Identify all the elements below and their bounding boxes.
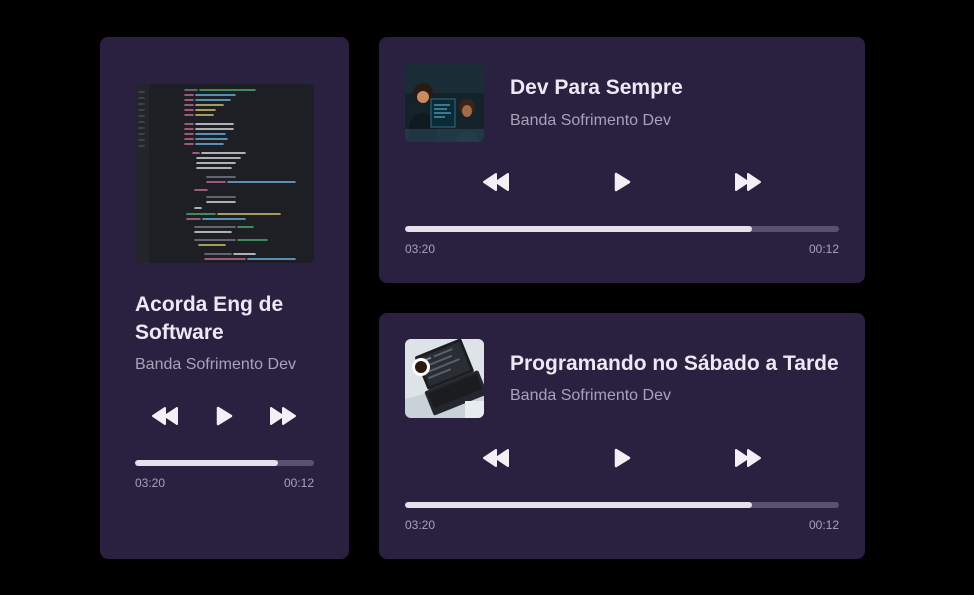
- rewind-button[interactable]: [150, 403, 180, 429]
- track-title: Acorda Eng de Software: [135, 293, 284, 344]
- album-cover-developer-at-desk: [405, 63, 484, 142]
- progress-bar-fill: [405, 226, 753, 232]
- progress-bar[interactable]: [135, 460, 314, 466]
- fast-forward-button[interactable]: [733, 169, 763, 195]
- track-artist: Banda Sofrimento Dev: [135, 356, 296, 373]
- elapsed-time: 03:20: [135, 476, 166, 490]
- track-artist: Banda Sofrimento Dev: [510, 387, 671, 404]
- rewind-button[interactable]: [481, 169, 511, 195]
- music-player-card-horizontal: Dev Para Sempre Banda Sofrimento Dev 03:…: [379, 37, 865, 283]
- play-icon: [216, 406, 233, 426]
- album-cover-laptop-and-coffee: [405, 339, 484, 418]
- fast-forward-button[interactable]: [733, 445, 763, 471]
- play-icon: [614, 448, 631, 468]
- rewind-icon: [483, 173, 509, 191]
- remaining-time: 00:12: [808, 242, 839, 256]
- music-player-card-vertical: Acorda Eng de Software Banda Sofrimento …: [100, 37, 349, 559]
- elapsed-time: 03:20: [405, 242, 436, 256]
- progress-bar-fill: [135, 460, 279, 466]
- rewind-icon: [483, 449, 509, 467]
- track-title: Programando no Sábado a Tarde: [510, 352, 839, 375]
- play-button[interactable]: [609, 169, 635, 195]
- play-icon: [614, 172, 631, 192]
- fast-forward-icon: [735, 449, 761, 467]
- fast-forward-button[interactable]: [268, 403, 298, 429]
- remaining-time: 00:12: [283, 476, 314, 490]
- rewind-button[interactable]: [481, 445, 511, 471]
- progress-bar[interactable]: [405, 502, 839, 508]
- music-player-card-horizontal: Programando no Sábado a Tarde Banda Sofr…: [379, 313, 865, 559]
- fast-forward-icon: [735, 173, 761, 191]
- play-button[interactable]: [609, 445, 635, 471]
- progress-bar-fill: [405, 502, 753, 508]
- progress-bar[interactable]: [405, 226, 839, 232]
- track-title: Dev Para Sempre: [510, 76, 683, 99]
- track-artist: Banda Sofrimento Dev: [510, 112, 671, 129]
- elapsed-time: 03:20: [405, 518, 436, 532]
- album-cover-code-editor: [135, 84, 314, 263]
- fast-forward-icon: [270, 407, 296, 425]
- rewind-icon: [152, 407, 178, 425]
- play-button[interactable]: [211, 403, 237, 429]
- remaining-time: 00:12: [808, 518, 839, 532]
